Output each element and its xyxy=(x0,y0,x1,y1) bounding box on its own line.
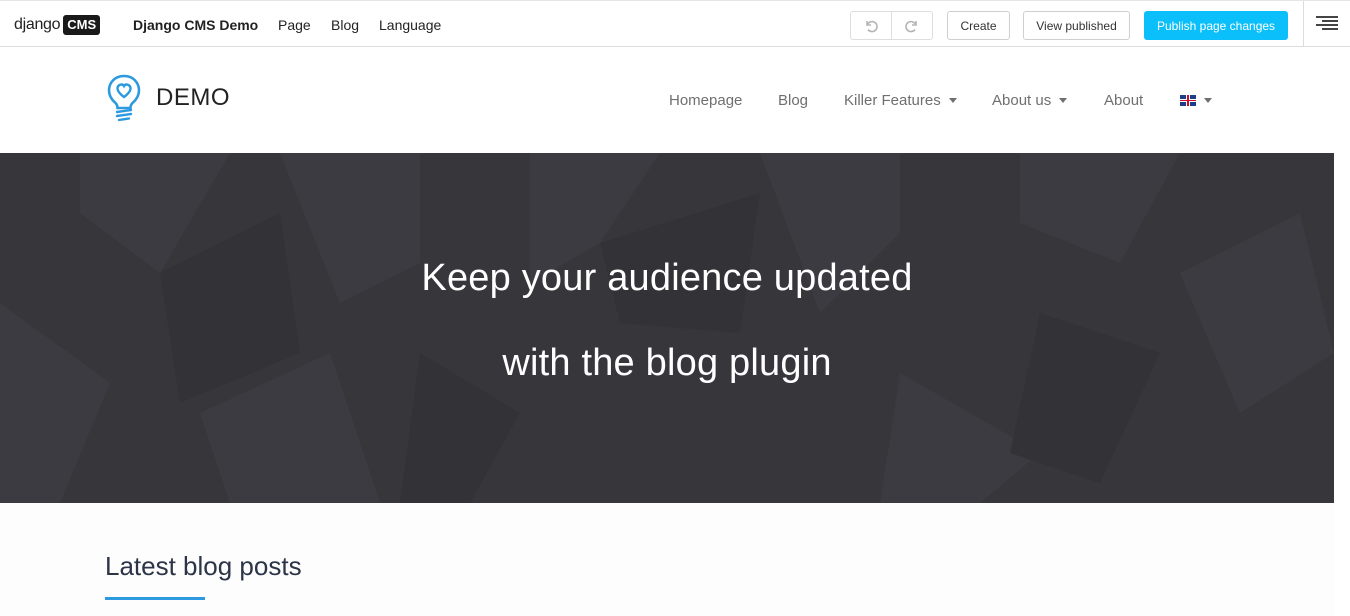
hero-banner: Keep your audience updated with the blog… xyxy=(0,153,1334,503)
nav-about-label: About xyxy=(1104,91,1144,109)
nav-about-us[interactable]: About us xyxy=(992,47,1068,153)
undo-icon[interactable] xyxy=(851,12,892,39)
publish-page-changes-button[interactable]: Publish page changes xyxy=(1144,11,1288,40)
toolbar-page-menu[interactable]: Page xyxy=(278,1,311,48)
language-dropdown[interactable] xyxy=(1180,47,1212,153)
structure-mode-icon[interactable] xyxy=(1316,16,1338,34)
nav-killer-features[interactable]: Killer Features xyxy=(844,47,957,153)
caret-down-icon xyxy=(1204,97,1212,103)
toolbar-site-menu[interactable]: Django CMS Demo xyxy=(133,1,258,48)
brand-name[interactable]: DEMO xyxy=(156,84,230,112)
django-cms-logo[interactable]: django CMS xyxy=(14,14,101,36)
logo-word: django xyxy=(14,16,61,33)
create-button[interactable]: Create xyxy=(947,11,1010,40)
latest-blog-posts-section: Latest blog posts xyxy=(0,503,1334,616)
site-header: DEMO Homepage Blog Killer Features About… xyxy=(0,47,1350,153)
toolbar-blog-menu[interactable]: Blog xyxy=(331,1,359,48)
logo-badge: CMS xyxy=(63,15,101,35)
hero-background-pattern xyxy=(0,153,1334,503)
hero-headline-line-1: Keep your audience updated xyxy=(421,257,913,299)
caret-down-icon xyxy=(948,97,957,103)
toolbar-language-menu[interactable]: Language xyxy=(379,1,441,48)
nav-blog[interactable]: Blog xyxy=(778,47,808,153)
lightbulb-heart-icon[interactable] xyxy=(106,73,142,125)
latest-blog-posts-heading: Latest blog posts xyxy=(105,551,302,581)
undo-redo-group xyxy=(850,11,933,40)
view-published-button[interactable]: View published xyxy=(1023,11,1130,40)
heading-underline xyxy=(105,597,205,600)
nav-about-us-label: About us xyxy=(992,91,1052,109)
caret-down-icon xyxy=(1059,97,1068,103)
nav-homepage[interactable]: Homepage xyxy=(669,47,742,153)
cms-toolbar: django CMS Django CMS Demo Page Blog Lan… xyxy=(0,0,1350,48)
nav-homepage-label: Homepage xyxy=(669,91,743,109)
scrollbar-gutter xyxy=(1334,153,1350,616)
uk-flag-icon xyxy=(1180,94,1196,106)
redo-icon[interactable] xyxy=(892,12,932,39)
nav-killer-features-label: Killer Features xyxy=(844,91,941,109)
hero-headline-line-2: with the blog plugin xyxy=(502,342,832,384)
nav-blog-label: Blog xyxy=(778,91,809,109)
toolbar-divider xyxy=(1303,1,1304,48)
nav-about[interactable]: About xyxy=(1104,47,1143,153)
